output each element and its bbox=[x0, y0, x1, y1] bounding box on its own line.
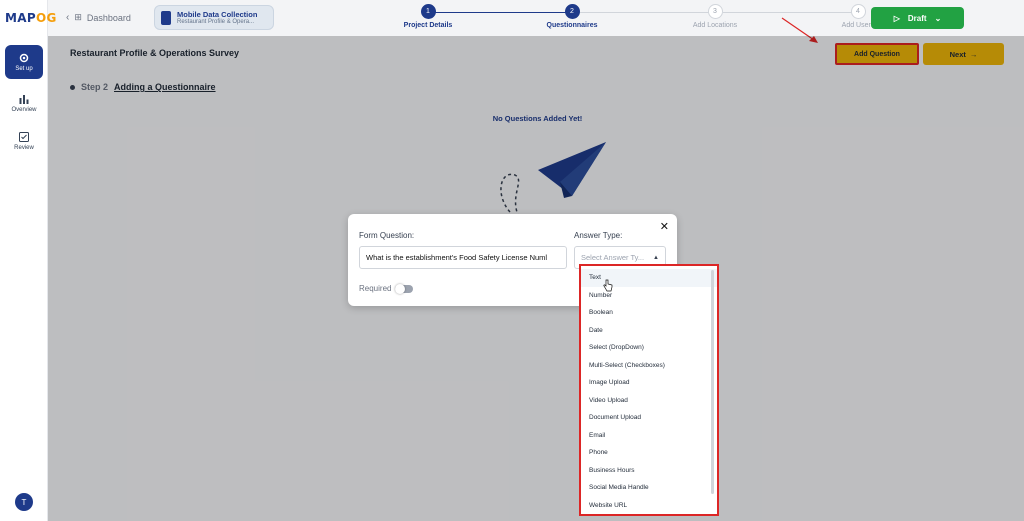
option-document-upload[interactable]: Document Upload bbox=[581, 409, 717, 427]
rail-item-setup[interactable]: Set up bbox=[5, 45, 43, 79]
form-question-input[interactable]: What is the establishment's Food Safety … bbox=[359, 246, 567, 269]
left-rail: MAPOG Set up Overview Review T bbox=[0, 0, 56, 521]
back-label: Dashboard bbox=[86, 12, 131, 23]
step-label: Add Locations bbox=[692, 22, 738, 29]
play-icon: ▷ bbox=[893, 13, 900, 23]
answer-type-dropdown: Text Number Boolean Date Select (DropDow… bbox=[579, 264, 719, 516]
answer-type-placeholder: Select Answer Ty... bbox=[581, 253, 645, 262]
rail-item-overview[interactable]: Overview bbox=[5, 86, 43, 120]
hand-cursor-icon bbox=[603, 279, 613, 292]
option-website-url[interactable]: Website URL bbox=[581, 497, 717, 515]
project-title: Mobile Data Collection bbox=[177, 10, 258, 19]
option-select[interactable]: Select (DropDown) bbox=[581, 339, 717, 357]
draft-button[interactable]: ▷ Draft ⌄ bbox=[871, 7, 964, 29]
option-multi-select[interactable]: Multi-Select (Checkboxes) bbox=[581, 357, 717, 375]
option-date[interactable]: Date bbox=[581, 322, 717, 340]
chevron-down-icon: ⌄ bbox=[934, 13, 942, 23]
avatar[interactable]: T bbox=[15, 493, 33, 511]
option-social-media[interactable]: Social Media Handle bbox=[581, 479, 717, 497]
close-icon[interactable]: ✕ bbox=[660, 220, 669, 233]
step-add-locations[interactable]: 3 Add Locations bbox=[675, 4, 755, 29]
option-business-hours[interactable]: Business Hours bbox=[581, 462, 717, 480]
chevron-left-icon: ‹ bbox=[66, 12, 70, 23]
document-icon bbox=[161, 10, 171, 25]
option-number[interactable]: Number bbox=[581, 287, 717, 305]
required-toggle[interactable] bbox=[395, 283, 414, 294]
stepper: 1 Project Details 2 Questionnaires 3 Add… bbox=[348, 4, 874, 34]
project-subtitle: Restaurant Profile & Opera... bbox=[177, 19, 255, 25]
rail-label-overview: Overview bbox=[11, 107, 37, 113]
required-label: Required bbox=[359, 284, 392, 293]
bar-chart-icon bbox=[19, 95, 29, 104]
project-card[interactable]: Mobile Data Collection Restaurant Profil… bbox=[154, 5, 274, 30]
gear-icon bbox=[19, 53, 29, 63]
option-phone[interactable]: Phone bbox=[581, 444, 717, 462]
rail-item-review[interactable]: Review bbox=[5, 124, 43, 158]
grid-icon: ⊞ bbox=[74, 12, 82, 22]
step-project-details[interactable]: 1 Project Details bbox=[388, 4, 468, 29]
rail-label-review: Review bbox=[14, 145, 34, 151]
rail-label-setup: Set up bbox=[15, 66, 33, 72]
draft-label: Draft bbox=[907, 13, 927, 23]
required-toggle-row: Required bbox=[359, 283, 414, 294]
step-label: Questionnaires bbox=[546, 22, 598, 29]
form-question-label: Form Question: bbox=[359, 231, 415, 240]
option-image-upload[interactable]: Image Upload bbox=[581, 374, 717, 392]
dropdown-scrollbar[interactable] bbox=[711, 270, 714, 494]
caret-up-icon: ▲ bbox=[653, 254, 659, 261]
step-number: 4 bbox=[850, 4, 866, 19]
step-number: 2 bbox=[564, 4, 580, 19]
step-number: 1 bbox=[420, 4, 436, 19]
logo-main-text: MAP bbox=[5, 11, 36, 25]
step-label: Project Details bbox=[403, 22, 453, 29]
step-questionnaires[interactable]: 2 Questionnaires bbox=[532, 4, 612, 29]
answer-type-label: Answer Type: bbox=[574, 231, 623, 240]
option-text[interactable]: Text bbox=[581, 269, 717, 287]
checkbox-icon bbox=[19, 132, 29, 142]
option-video-upload[interactable]: Video Upload bbox=[581, 392, 717, 410]
option-email[interactable]: Email bbox=[581, 427, 717, 445]
back-to-dashboard[interactable]: ‹ ⊞ Dashboard bbox=[66, 12, 131, 23]
step-number: 3 bbox=[707, 4, 723, 19]
option-boolean[interactable]: Boolean bbox=[581, 304, 717, 322]
